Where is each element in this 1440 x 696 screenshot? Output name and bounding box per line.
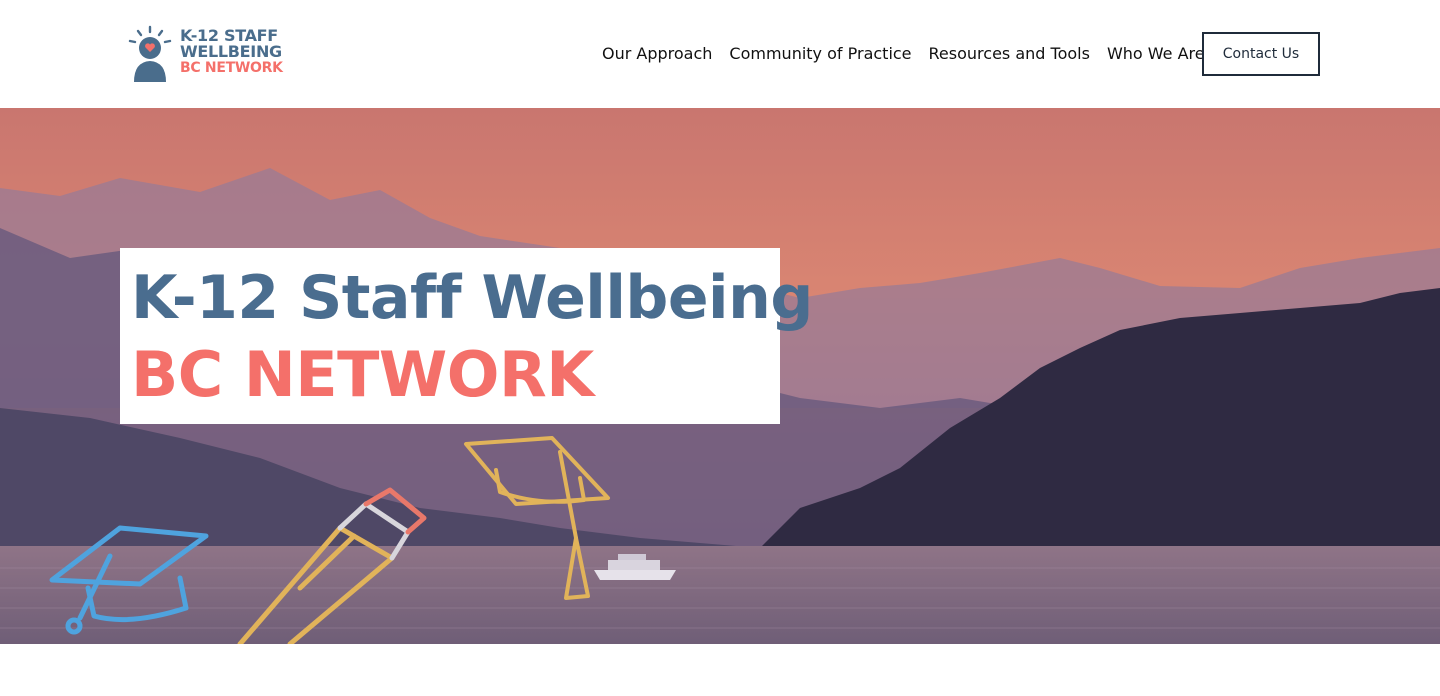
- site-header: K-12 STAFF WELLBEING BC NETWORK Our Appr…: [0, 0, 1440, 108]
- logo-wordmark: K-12 STAFF WELLBEING BC NETWORK: [180, 24, 283, 76]
- person-heart-icon: [124, 24, 176, 84]
- page-content-start: [0, 644, 1440, 696]
- nav-resources-and-tools[interactable]: Resources and Tools: [929, 44, 1090, 63]
- logo-line-2: WELLBEING: [180, 42, 282, 61]
- nav-our-approach[interactable]: Our Approach: [602, 44, 712, 63]
- contact-us-button[interactable]: Contact Us: [1202, 32, 1320, 76]
- logo-line-3: BC NETWORK: [180, 60, 283, 76]
- hero-title-box: K-12 Staff Wellbeing BC NETWORK: [120, 248, 813, 424]
- nav-who-we-are[interactable]: Who We Are: [1107, 44, 1205, 63]
- nav-community-of-practice[interactable]: Community of Practice: [729, 44, 911, 63]
- site-logo[interactable]: K-12 STAFF WELLBEING BC NETWORK: [124, 24, 304, 86]
- hero-title: K-12 Staff Wellbeing: [131, 263, 813, 333]
- hero-subtitle: BC NETWORK: [131, 338, 594, 411]
- main-nav: Our Approach Community of Practice Resou…: [602, 44, 1205, 63]
- hero-banner: K-12 Staff Wellbeing BC NETWORK: [0, 108, 1440, 644]
